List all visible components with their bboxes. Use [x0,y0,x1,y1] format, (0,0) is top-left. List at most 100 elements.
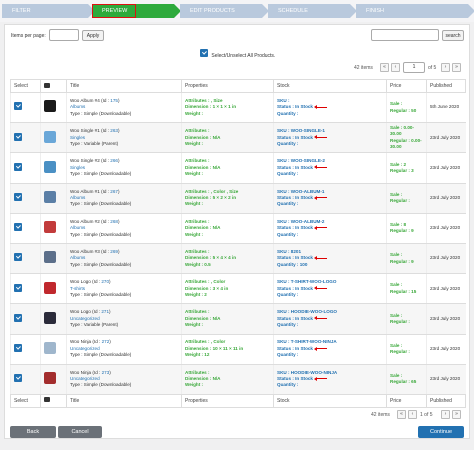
pager-top-prev-button[interactable]: ‹ [391,63,400,72]
id-close: ) [117,158,120,164]
pager-bottom-prev-button[interactable]: ‹ [408,410,417,419]
items-per-page-input[interactable] [49,29,79,41]
header-select[interactable]: Select [10,79,41,93]
row-stock-cell: SKU : Status : In Stock Quantity : [273,92,387,124]
product-sku: SKU : HOODIE-WOO-NINJA [277,369,338,375]
header-title[interactable]: Title [66,79,182,93]
product-attributes: Attributes : [185,128,210,134]
product-quantity: Quantity : [277,171,299,177]
product-category-link[interactable]: Albums [70,255,85,260]
product-sale-price: Sale : [390,191,403,197]
step-edit-products[interactable]: EDIT PRODUCTS [180,4,269,18]
row-thumb-cell [40,364,67,395]
row-title-cell: Woo Ninja (Id : 273) Uncategorized Type : … [66,364,182,395]
pager-top-first-button[interactable]: « [380,63,389,72]
row-checkbox[interactable] [14,313,22,322]
product-id-link[interactable]: 267 [110,189,118,194]
pager-top-page-input[interactable]: 1 [403,62,425,73]
product-id-link[interactable]: 266 [110,158,118,163]
apply-button[interactable]: Apply [82,30,104,41]
row-checkbox[interactable] [14,374,22,383]
row-stock-cell: SKU : HOODIE-WOO-NINJA Status : In Stock Q… [273,364,387,395]
select-all-checkbox[interactable] [200,49,208,57]
row-checkbox[interactable] [14,192,22,201]
product-id-link[interactable]: 270 [101,279,109,284]
product-quantity: Quantity : [277,231,299,237]
product-id-link[interactable]: 175 [110,98,118,103]
footer-title[interactable]: Title [66,393,182,408]
footer-published[interactable]: Published [426,393,466,408]
pager-top-page-value: 1 [412,64,416,70]
product-id-link[interactable]: 269 [110,249,118,254]
step-schedule[interactable]: SCHEDULE [268,4,357,18]
product-published-date: 23rd July 2020 [430,376,461,382]
cancel-button[interactable]: Cancel [58,426,102,438]
id-close: ) [109,339,111,345]
row-price-cell: Sale : 2 Regular : 3 [386,152,427,184]
row-checkbox[interactable] [14,132,22,141]
product-attributes: Attributes : , Color [185,279,226,285]
product-stock-status: Status : In Stock [277,345,313,351]
row-checkbox[interactable] [14,283,22,292]
product-category-link[interactable]: Singles [70,135,85,140]
row-checkbox[interactable] [14,102,22,111]
row-checkbox[interactable] [14,253,22,262]
footer-price[interactable]: Price [386,393,427,408]
product-thumbnail[interactable] [44,130,56,143]
pager-bottom-last-button[interactable]: » [452,410,461,419]
product-id-link[interactable]: 271 [101,309,109,314]
continue-button[interactable]: Continue [418,426,464,438]
product-category-link[interactable]: Uncategorized [70,316,100,321]
red-arrow-icon [314,346,327,351]
step-finish[interactable]: FINISH [356,4,474,18]
product-category-link[interactable]: T-shirts [70,286,85,291]
product-thumbnail[interactable] [44,311,56,324]
product-thumbnail[interactable] [44,221,56,234]
product-category-link[interactable]: Singles [70,165,85,170]
product-category-link[interactable]: Albums [70,195,85,200]
product-dimension: Dimension : N/A [185,134,221,140]
product-stock-status: Status : In Stock [277,285,313,291]
product-weight: Weight : [185,171,204,177]
footer-select[interactable]: Select [10,393,41,408]
row-checkbox[interactable] [14,223,22,232]
pager-top-last-button[interactable]: » [452,63,461,72]
header-published[interactable]: Published [426,79,466,93]
header-price[interactable]: Price [386,79,427,93]
product-id-link[interactable]: 263 [110,128,118,133]
search-button[interactable]: search [442,30,464,41]
pager-bottom-first-button[interactable]: « [397,410,406,419]
product-quantity: Quantity : [277,110,299,116]
row-price-cell: Sale : Regular : 65 [386,364,427,395]
product-type: Type : Simple (Downloadable) [70,110,132,116]
product-thumbnail[interactable] [44,281,56,294]
select-all-row: Select/Unselect All Products. [200,49,275,59]
search-input[interactable] [371,29,439,41]
pager-bottom-next-button[interactable]: › [441,410,450,419]
product-thumbnail[interactable] [44,160,56,173]
id-close: ) [117,218,120,224]
row-select-cell [10,273,41,305]
step-filter[interactable]: FILTER [2,4,95,18]
header-image [40,79,67,93]
row-properties-cell: Attributes : Dimension : N/A Weight : [181,364,274,395]
product-attributes: Attributes : [185,309,210,315]
pager-top-next-button[interactable]: › [441,63,450,72]
row-checkbox[interactable] [14,343,22,352]
product-published-date: 23rd July 2020 [430,345,461,351]
product-type: Type : Variable (Parent) [70,322,119,328]
product-thumbnail[interactable] [44,100,56,113]
back-button[interactable]: Back [10,426,56,438]
product-thumbnail[interactable] [44,341,56,354]
product-category-link[interactable]: Uncategorized [70,376,100,381]
product-category-link[interactable]: Uncategorized [70,346,100,351]
row-select-cell [10,92,41,124]
product-category-link[interactable]: Albums [70,104,85,109]
product-category-link[interactable]: Albums [70,225,85,230]
row-stock-cell: SKU : WOO-SINGLE-2 Status : In Stock Quant… [273,152,387,184]
row-checkbox[interactable] [14,162,22,171]
product-id-link[interactable]: 268 [110,219,118,224]
product-thumbnail[interactable] [44,372,56,385]
product-thumbnail[interactable] [44,251,56,264]
product-thumbnail[interactable] [44,190,56,203]
